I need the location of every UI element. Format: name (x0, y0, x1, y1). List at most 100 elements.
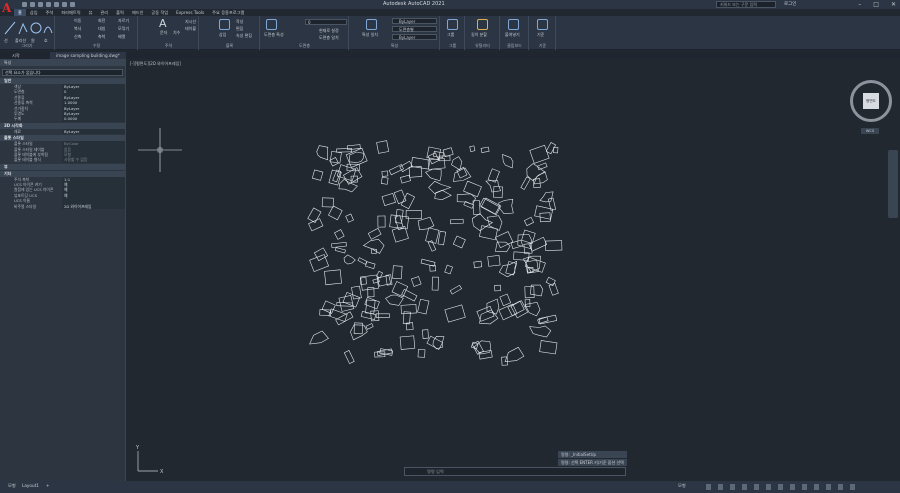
layer-dropdown[interactable]: 0 (305, 19, 347, 25)
tab-featured-apps[interactable]: 주요 응용프로그램 (208, 9, 248, 16)
workspace-icon[interactable] (790, 484, 795, 490)
array-button[interactable]: 배열 (118, 34, 125, 40)
table-button[interactable]: 테이블 (185, 26, 196, 32)
autocad-logo[interactable]: A (2, 1, 12, 15)
annotation-group-label[interactable]: 주석 (139, 43, 198, 49)
tab-express-tools[interactable]: Express Tools (172, 9, 208, 16)
plot-icon[interactable] (54, 2, 59, 7)
trim-button[interactable]: 자르기 (118, 18, 129, 24)
new-icon[interactable] (22, 2, 27, 7)
clipboard-group-label[interactable]: 클립보드 (501, 43, 528, 49)
draw-group-label[interactable]: 그리기 (0, 43, 54, 49)
leader-button[interactable]: 지시선 (185, 19, 196, 25)
tab-home[interactable]: 홈 (14, 9, 26, 16)
property-row[interactable]: 재료 ByLayer (0, 128, 125, 135)
base-button[interactable]: 기준 (537, 32, 544, 38)
group-group-label[interactable]: 그룹 (441, 43, 464, 49)
viewcube[interactable]: 평면도 (850, 80, 892, 122)
match-layer-button[interactable]: 도면층 일치 (319, 35, 339, 41)
tab-addins[interactable]: 애드인 (128, 9, 148, 16)
base-view-icon[interactable] (537, 19, 548, 30)
tab-collaborate[interactable]: 공동 작업 (147, 9, 172, 16)
save-icon[interactable] (38, 2, 43, 7)
tab-insert[interactable]: 삽입 (26, 9, 42, 16)
section-header[interactable]: 뷰 (0, 163, 125, 170)
property-value[interactable]: ByLayer (62, 128, 125, 135)
utilities-group-label[interactable]: 유틸리티 (466, 43, 499, 49)
make-current-button[interactable]: 현재로 설정 (319, 28, 339, 34)
rotate-button[interactable]: 회전 (98, 18, 105, 24)
minimize-icon[interactable]: – (858, 1, 861, 8)
measure-icon[interactable] (477, 19, 488, 30)
move-button[interactable]: 이동 (74, 18, 81, 24)
command-input[interactable]: 명령 입력 (404, 467, 626, 476)
lineweight-icon[interactable] (766, 484, 771, 490)
drawing-canvas[interactable]: [-][평면도][2D 와이어프레임] Y X (128, 59, 900, 479)
property-row[interactable]: 비주얼 스타일 2D 와이어프레임 (0, 203, 125, 210)
insert-button[interactable]: 삽입 (219, 32, 226, 38)
osnap-icon[interactable] (754, 484, 759, 490)
annotation-scale-icon[interactable] (778, 484, 783, 490)
draw-tools-icon[interactable] (3, 18, 53, 38)
wcs-menu[interactable]: WCS (861, 128, 879, 134)
group-icon[interactable] (447, 19, 458, 30)
undo-icon[interactable] (62, 2, 67, 7)
layer-properties-button[interactable]: 도면층 특성 (264, 32, 284, 38)
layer-properties-icon[interactable] (266, 19, 277, 30)
insert-block-icon[interactable] (219, 19, 230, 30)
redo-icon[interactable] (70, 2, 75, 7)
lineweight-dropdown[interactable]: ByLayer (392, 34, 437, 40)
layer-group-label[interactable]: 도면층 (261, 43, 348, 49)
tab-annotate[interactable]: 주석 (42, 9, 58, 16)
add-layout-button[interactable]: + (46, 483, 50, 488)
maximize-icon[interactable]: □ (873, 1, 879, 8)
tab-start[interactable]: 시작 (6, 52, 26, 59)
menu-icon[interactable] (838, 484, 843, 490)
copy-button[interactable]: 복사 (74, 26, 81, 32)
group-button[interactable]: 그룹 (447, 32, 454, 38)
dimension-button[interactable]: 치수 (173, 30, 180, 36)
tab-model[interactable]: 모형 (8, 483, 16, 489)
tab-parametric[interactable]: 파라메트릭 (57, 9, 84, 16)
match-properties-button[interactable]: 특성 일치 (362, 32, 378, 38)
snap-icon[interactable] (718, 484, 723, 490)
grid-icon[interactable] (706, 484, 711, 490)
saveas-icon[interactable] (46, 2, 51, 7)
properties-title[interactable]: 특성 (0, 59, 125, 66)
tab-output[interactable]: 출력 (112, 9, 128, 16)
stretch-button[interactable]: 신축 (74, 34, 81, 40)
property-value[interactable]: 2D 와이어프레임 (62, 203, 125, 210)
tab-layout1[interactable]: Layout1 (22, 483, 39, 488)
measure-button[interactable]: 길이 분할 (471, 32, 487, 38)
ortho-icon[interactable] (730, 484, 735, 490)
edit-block-button[interactable]: 편집 (236, 26, 243, 32)
mirror-button[interactable]: 대칭 (98, 26, 105, 32)
settings-icon[interactable] (802, 484, 807, 490)
create-block-button[interactable]: 작성 (236, 19, 243, 25)
edit-attributes-button[interactable]: 속성 편집 (236, 33, 252, 39)
tab-drawing[interactable]: image sampling building.dwg* (50, 52, 126, 59)
block-group-label[interactable]: 블록 (200, 43, 259, 49)
scale-button[interactable]: 축척 (98, 34, 105, 40)
navigation-bar[interactable] (888, 150, 898, 218)
selection-dropdown[interactable]: 선택 요소가 없습니다 (2, 69, 123, 76)
modify-group-label[interactable]: 수정 (56, 43, 137, 49)
paste-button[interactable]: 붙여넣기 (505, 32, 520, 38)
text-icon[interactable]: A (159, 17, 167, 30)
text-button[interactable]: 문자 (160, 30, 167, 36)
viewcube-face[interactable]: 평면도 (863, 93, 879, 109)
tab-view[interactable]: 뷰 (85, 9, 97, 16)
login-button[interactable]: 로그인 (784, 1, 796, 7)
open-icon[interactable] (30, 2, 35, 7)
property-row[interactable]: 플롯 테이블 형식 사용할 수 없음 (0, 157, 125, 163)
property-value[interactable]: 사용할 수 없음 (62, 157, 125, 163)
search-input[interactable]: 키워드 또는 구문 입력 (716, 1, 776, 8)
tab-manage[interactable]: 관리 (96, 9, 112, 16)
property-value[interactable]: 0.0000 (62, 116, 125, 122)
view-group-label[interactable]: 기준 (530, 43, 555, 49)
model-space-button[interactable]: 모형 (678, 483, 686, 489)
property-row[interactable]: 두께 0.0000 (0, 116, 125, 122)
match-properties-icon[interactable] (366, 19, 377, 30)
linetype-dropdown[interactable]: 도면층별 (392, 26, 437, 32)
close-icon[interactable]: ✕ (891, 1, 896, 8)
